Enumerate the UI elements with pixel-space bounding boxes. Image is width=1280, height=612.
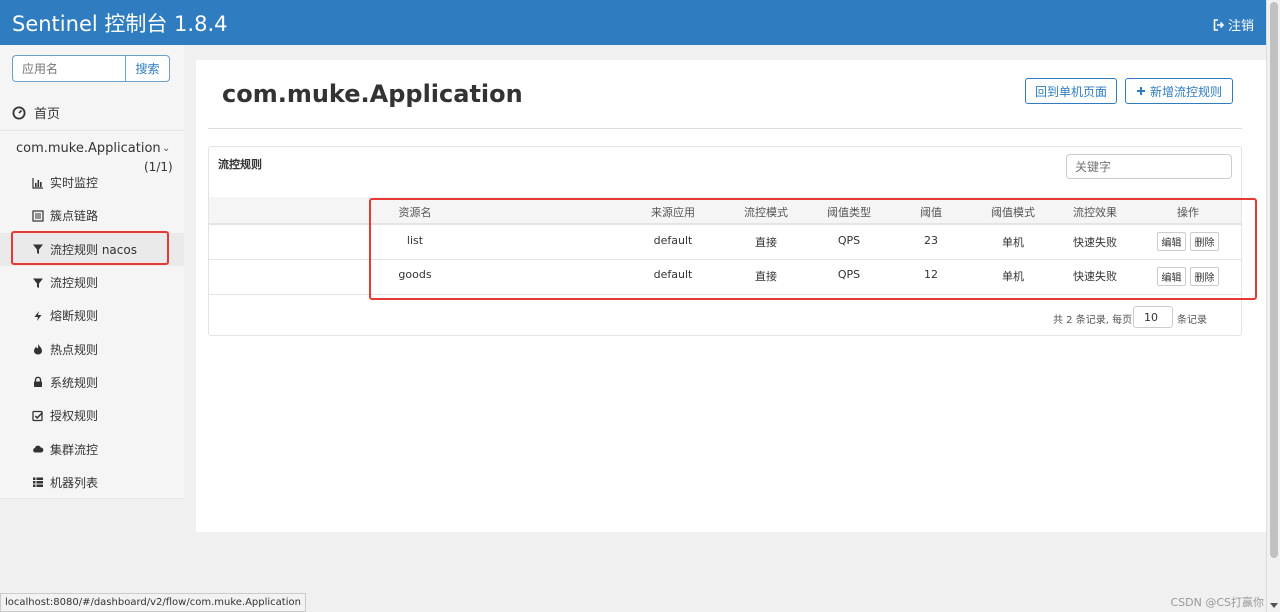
add-button-label: 新增流控规则 xyxy=(1149,84,1222,99)
highlight-box-sidebar xyxy=(11,231,169,265)
cloud-icon xyxy=(33,445,44,453)
sidebar-item-degrade[interactable]: 熔断规则 xyxy=(0,299,184,332)
watermark: CSDN @CS打赢你 xyxy=(1170,596,1264,609)
pager-total: 共 2 条记录, 每页 xyxy=(1053,315,1133,326)
sidebar-item-cluster-link[interactable]: 簇点链路 xyxy=(0,199,184,232)
sidebar-item-label: 流控规则 xyxy=(50,276,99,291)
scroll-down-arrow-icon[interactable] xyxy=(1270,603,1278,608)
sidebar-item-flow[interactable]: 流控规则 xyxy=(0,266,184,299)
sidebar-menu: 实时监控 簇点链路 流控规则 nacos 流控规则 熔断规则 热点规则 系统规则 xyxy=(0,166,184,499)
sidebar-item-label: 实时监控 xyxy=(50,176,99,191)
app-name[interactable]: com.muke.Application xyxy=(16,141,161,156)
dashboard-icon xyxy=(12,106,26,119)
app-search: 搜索 xyxy=(12,55,170,82)
sign-out-icon xyxy=(1213,18,1225,31)
list-icon xyxy=(32,210,44,222)
sidebar-item-label: 机器列表 xyxy=(50,475,99,490)
filter-icon xyxy=(33,278,43,288)
panel-title: 流控规则 xyxy=(218,158,262,171)
highlight-box-table xyxy=(369,198,1257,300)
sidebar-item-home[interactable]: 首页 xyxy=(12,103,60,122)
flash-icon xyxy=(34,310,42,321)
th-list-icon xyxy=(33,477,43,488)
pager-suffix: 条记录 xyxy=(1177,315,1207,326)
sidebar-item-label: 簇点链路 xyxy=(50,209,99,224)
back-to-single-button[interactable]: 回到单机页面 xyxy=(1025,78,1117,104)
sidebar-divider xyxy=(0,130,184,131)
sidebar-item-machines[interactable]: 机器列表 xyxy=(0,466,184,499)
sidebar-item-param-flow[interactable]: 热点规则 xyxy=(0,332,184,365)
check-square-icon xyxy=(32,410,44,421)
home-label: 首页 xyxy=(34,107,61,122)
chevron-down-icon[interactable]: ⌄ xyxy=(162,143,170,154)
app-search-input[interactable] xyxy=(12,55,125,82)
logout-link[interactable]: 注销 xyxy=(1213,15,1254,34)
sidebar-item-system[interactable]: 系统规则 xyxy=(0,366,184,399)
sidebar-item-authority[interactable]: 授权规则 xyxy=(0,399,184,432)
bar-chart-icon xyxy=(32,177,43,189)
keyword-search-input[interactable] xyxy=(1066,154,1232,179)
sidebar-item-realtime-monitor[interactable]: 实时监控 xyxy=(0,166,184,199)
fire-icon xyxy=(34,344,42,355)
vertical-scrollbar[interactable] xyxy=(1266,0,1280,612)
search-button[interactable]: 搜索 xyxy=(125,55,170,82)
page-size-input[interactable]: 10 xyxy=(1133,306,1173,328)
sidebar-item-cluster-flow[interactable]: 集群流控 xyxy=(0,432,184,465)
sidebar-item-label: 系统规则 xyxy=(50,375,99,390)
back-button-label: 回到单机页面 xyxy=(1034,84,1107,99)
sidebar-item-label: 熔断规则 xyxy=(50,309,99,324)
top-navbar: Sentinel 控制台 1.8.4 注销 xyxy=(0,0,1266,45)
sidebar-item-label: 授权规则 xyxy=(50,409,99,424)
sidebar: 搜索 首页 com.muke.Application ⌄ (1/1) 实时监控 … xyxy=(0,45,184,499)
sidebar-item-label: 热点规则 xyxy=(50,342,99,357)
brand-title[interactable]: Sentinel 控制台 1.8.4 xyxy=(12,8,227,38)
browser-status-bar: localhost:8080/#/dashboard/v2/flow/com.m… xyxy=(0,593,306,612)
scrollbar-thumb[interactable] xyxy=(1270,2,1278,558)
title-divider xyxy=(208,128,1242,129)
logout-label: 注销 xyxy=(1227,19,1254,34)
add-flow-rule-button[interactable]: 新增流控规则 xyxy=(1125,78,1233,104)
page-title: com.muke.Application xyxy=(222,80,523,108)
plus-icon xyxy=(1136,87,1145,95)
sidebar-item-label: 集群流控 xyxy=(50,442,99,457)
lock-icon xyxy=(34,377,42,388)
